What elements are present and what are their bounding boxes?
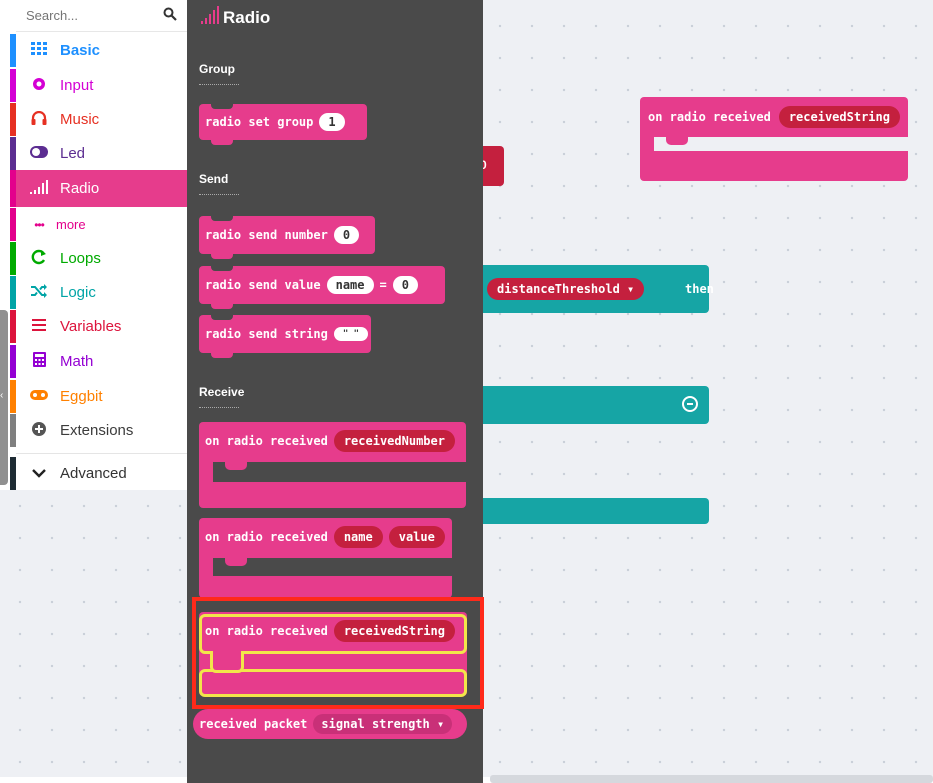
category-led[interactable]: Led	[10, 137, 187, 170]
collapse-toolbox-tab[interactable]: ‹	[0, 310, 8, 485]
category-eggbit[interactable]: Eggbit	[10, 380, 187, 413]
workspace-radio-received-label: on radio received	[648, 110, 771, 124]
workspace-radio-received-block[interactable]: on radio received receivedString	[640, 97, 908, 181]
category-basic[interactable]: Basic	[10, 34, 187, 67]
section-group-title: Group	[199, 62, 235, 76]
signal-bars-icon	[201, 6, 221, 29]
category-radio-more[interactable]: ••• more	[10, 208, 187, 241]
category-label: Math	[60, 353, 94, 370]
workspace-received-string-param[interactable]: receivedString	[778, 106, 900, 128]
category-label: Music	[60, 111, 100, 128]
packet-property-dropdown[interactable]: signal strength ▾	[313, 714, 453, 734]
workspace-block-mouth	[654, 137, 908, 151]
section-divider	[199, 407, 239, 408]
radio-set-group-block[interactable]: radio set group 1	[199, 103, 367, 145]
radio-send-string-block[interactable]: radio send string " "	[199, 314, 371, 358]
workspace-block-notch	[666, 137, 688, 145]
minus-circle-icon[interactable]	[682, 396, 698, 412]
category-logic[interactable]: Logic	[10, 276, 187, 309]
section-divider	[199, 194, 239, 195]
grid-icon	[28, 41, 50, 60]
loop-arrow-icon	[28, 249, 50, 269]
signal-bars-icon	[28, 179, 50, 198]
group-number-input[interactable]: 1	[319, 113, 345, 131]
on-radio-received-name-value-block[interactable]: on radio received name value	[199, 518, 452, 598]
plus-circle-icon	[28, 421, 50, 440]
headphones-icon	[28, 110, 50, 129]
distance-threshold-variable[interactable]: distanceThreshold ▾	[487, 278, 645, 300]
value-param[interactable]: value	[388, 526, 445, 548]
block-label: radio send string	[205, 327, 328, 341]
equals-sign: =	[379, 278, 387, 292]
toolbox-divider	[16, 453, 187, 454]
category-label: Radio	[60, 180, 100, 197]
category-label: Extensions	[60, 422, 134, 439]
section-receive-title: Receive	[199, 385, 245, 399]
list-icon	[28, 318, 50, 335]
chevron-down-icon	[28, 465, 50, 482]
received-number-param[interactable]: receivedNumber	[333, 430, 455, 452]
logic-block-row[interactable]	[483, 386, 709, 424]
if-then-block[interactable]: distanceThreshold ▾ then	[483, 265, 714, 313]
category-label: Advanced	[60, 465, 127, 482]
on-radio-received-number-block[interactable]: on radio received receivedNumber	[199, 422, 466, 508]
shuffle-icon	[28, 283, 50, 302]
category-extensions[interactable]: Extensions	[10, 414, 187, 447]
block-label: radio set group	[205, 115, 314, 129]
horizontal-scrollbar[interactable]	[490, 775, 933, 783]
block-label: radio send value	[205, 278, 321, 292]
send-value-name-input[interactable]: name	[326, 276, 374, 294]
section-divider	[199, 84, 239, 85]
category-advanced[interactable]: Advanced	[10, 457, 187, 490]
send-string-input[interactable]: " "	[333, 327, 369, 341]
category-variables[interactable]: Variables	[10, 310, 187, 343]
radio-send-number-block[interactable]: radio send number 0	[199, 215, 375, 259]
block-label: on radio received	[205, 434, 328, 448]
block-label: on radio received	[205, 530, 328, 544]
toggle-icon	[28, 145, 50, 162]
chevron-left-icon: ‹	[0, 390, 4, 401]
circle-icon	[28, 77, 50, 95]
category-math[interactable]: Math	[10, 345, 187, 378]
logic-block-end[interactable]	[483, 498, 709, 524]
highlight-notch	[210, 651, 244, 673]
highlight-block-outline-bottom	[199, 669, 467, 697]
then-label: then	[685, 282, 714, 296]
flyout-header: Radio	[201, 6, 270, 29]
category-music[interactable]: Music	[10, 103, 187, 136]
category-label: Loops	[60, 250, 101, 267]
category-label: more	[56, 217, 86, 232]
category-label: Logic	[60, 284, 96, 301]
category-radio[interactable]: Radio	[10, 170, 187, 207]
search-input[interactable]	[26, 8, 156, 23]
category-label: Input	[60, 77, 94, 94]
section-send-title: Send	[199, 172, 229, 186]
block-label: received packet	[199, 717, 308, 731]
category-toolbox: Basic Input Music Led Radio ••• more	[0, 0, 187, 490]
highlight-block-outline-top	[199, 614, 467, 654]
send-number-input[interactable]: 0	[333, 226, 360, 244]
category-label: Variables	[60, 318, 122, 335]
category-loops[interactable]: Loops	[10, 242, 187, 275]
category-label: Basic	[60, 42, 101, 59]
category-label: Led	[60, 145, 86, 162]
dots-icon: •••	[34, 217, 45, 232]
calculator-icon	[28, 352, 50, 371]
category-label: Eggbit	[60, 388, 103, 405]
name-param[interactable]: name	[333, 526, 383, 548]
send-value-number-input[interactable]: 0	[392, 276, 418, 294]
flyout-title: Radio	[223, 7, 271, 27]
search-icon[interactable]	[163, 7, 177, 24]
gamepad-icon	[28, 388, 50, 405]
radio-send-value-block[interactable]: radio send value name = 0	[199, 265, 445, 309]
search-box[interactable]	[16, 0, 187, 32]
block-label: radio send number	[205, 228, 328, 242]
received-packet-block[interactable]: received packet signal strength ▾	[193, 709, 467, 739]
category-input[interactable]: Input	[10, 69, 187, 102]
